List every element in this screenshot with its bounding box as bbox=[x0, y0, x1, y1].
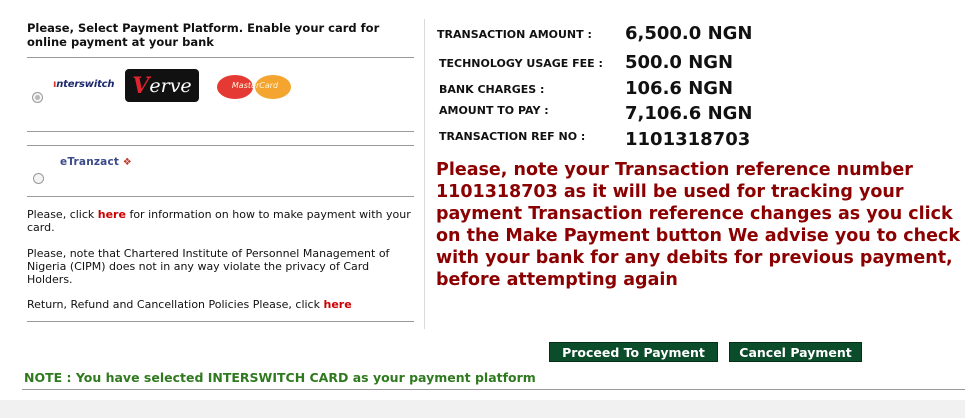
bank-charges-value: 106.6 NGN bbox=[625, 78, 734, 99]
mastercard-logo-text: MasterCard bbox=[231, 81, 279, 90]
divider bbox=[27, 145, 414, 146]
policy-text: Return, Refund and Cancellation Policies… bbox=[27, 298, 417, 311]
amount-to-pay-value: 7,106.6 NGN bbox=[625, 103, 753, 124]
etranzact-radio[interactable] bbox=[33, 173, 44, 184]
etranzact-logo: eTranzact ❖ bbox=[60, 156, 132, 168]
help-text: Please, click here for information on ho… bbox=[27, 208, 417, 234]
verve-logo-text: erve bbox=[149, 74, 192, 97]
transaction-amount-label: TRANSACTION AMOUNT : bbox=[437, 28, 592, 41]
footer-bar bbox=[0, 400, 965, 418]
divider bbox=[22, 389, 965, 390]
proceed-to-payment-button[interactable]: Proceed To Payment bbox=[549, 342, 718, 362]
policy-text-prefix: Return, Refund and Cancellation Policies… bbox=[27, 298, 324, 311]
etranzact-arrow-icon: ❖ bbox=[119, 157, 132, 168]
etranzact-logo-text: eTranzact bbox=[60, 156, 120, 168]
transaction-ref-label: TRANSACTION REF NO : bbox=[439, 130, 586, 143]
tech-fee-label: TECHNOLOGY USAGE FEE : bbox=[439, 57, 603, 70]
verve-logo: Verve bbox=[125, 69, 199, 102]
platform-selection-note: NOTE : You have selected INTERSWITCH CAR… bbox=[24, 370, 536, 385]
platform-instruction: Please, Select Payment Platform. Enable … bbox=[27, 21, 380, 49]
cancel-payment-button[interactable]: Cancel Payment bbox=[729, 342, 862, 362]
privacy-text: Please, note that Chartered Institute of… bbox=[27, 247, 390, 286]
help-text-prefix: Please, click bbox=[27, 208, 98, 221]
vertical-divider bbox=[424, 19, 425, 329]
divider bbox=[27, 196, 414, 197]
help-link[interactable]: here bbox=[98, 208, 126, 221]
interswitch-radio[interactable] bbox=[32, 92, 43, 103]
interswitch-logo: ınterswitch bbox=[53, 79, 114, 90]
divider bbox=[27, 321, 414, 322]
amount-to-pay-label: AMOUNT TO PAY : bbox=[439, 104, 549, 117]
bank-charges-label: BANK CHARGES : bbox=[439, 83, 545, 96]
divider bbox=[27, 131, 414, 132]
policy-link[interactable]: here bbox=[323, 298, 351, 311]
interswitch-logo-text: nterswitch bbox=[56, 79, 115, 90]
verve-logo-v: V bbox=[132, 72, 150, 99]
transaction-ref-value: 1101318703 bbox=[625, 129, 751, 150]
transaction-notice: Please, note your Transaction reference … bbox=[436, 160, 960, 290]
divider bbox=[27, 57, 414, 58]
tech-fee-value: 500.0 NGN bbox=[625, 52, 734, 73]
transaction-amount-value: 6,500.0 NGN bbox=[625, 23, 753, 44]
mastercard-logo: MasterCard bbox=[215, 75, 295, 99]
